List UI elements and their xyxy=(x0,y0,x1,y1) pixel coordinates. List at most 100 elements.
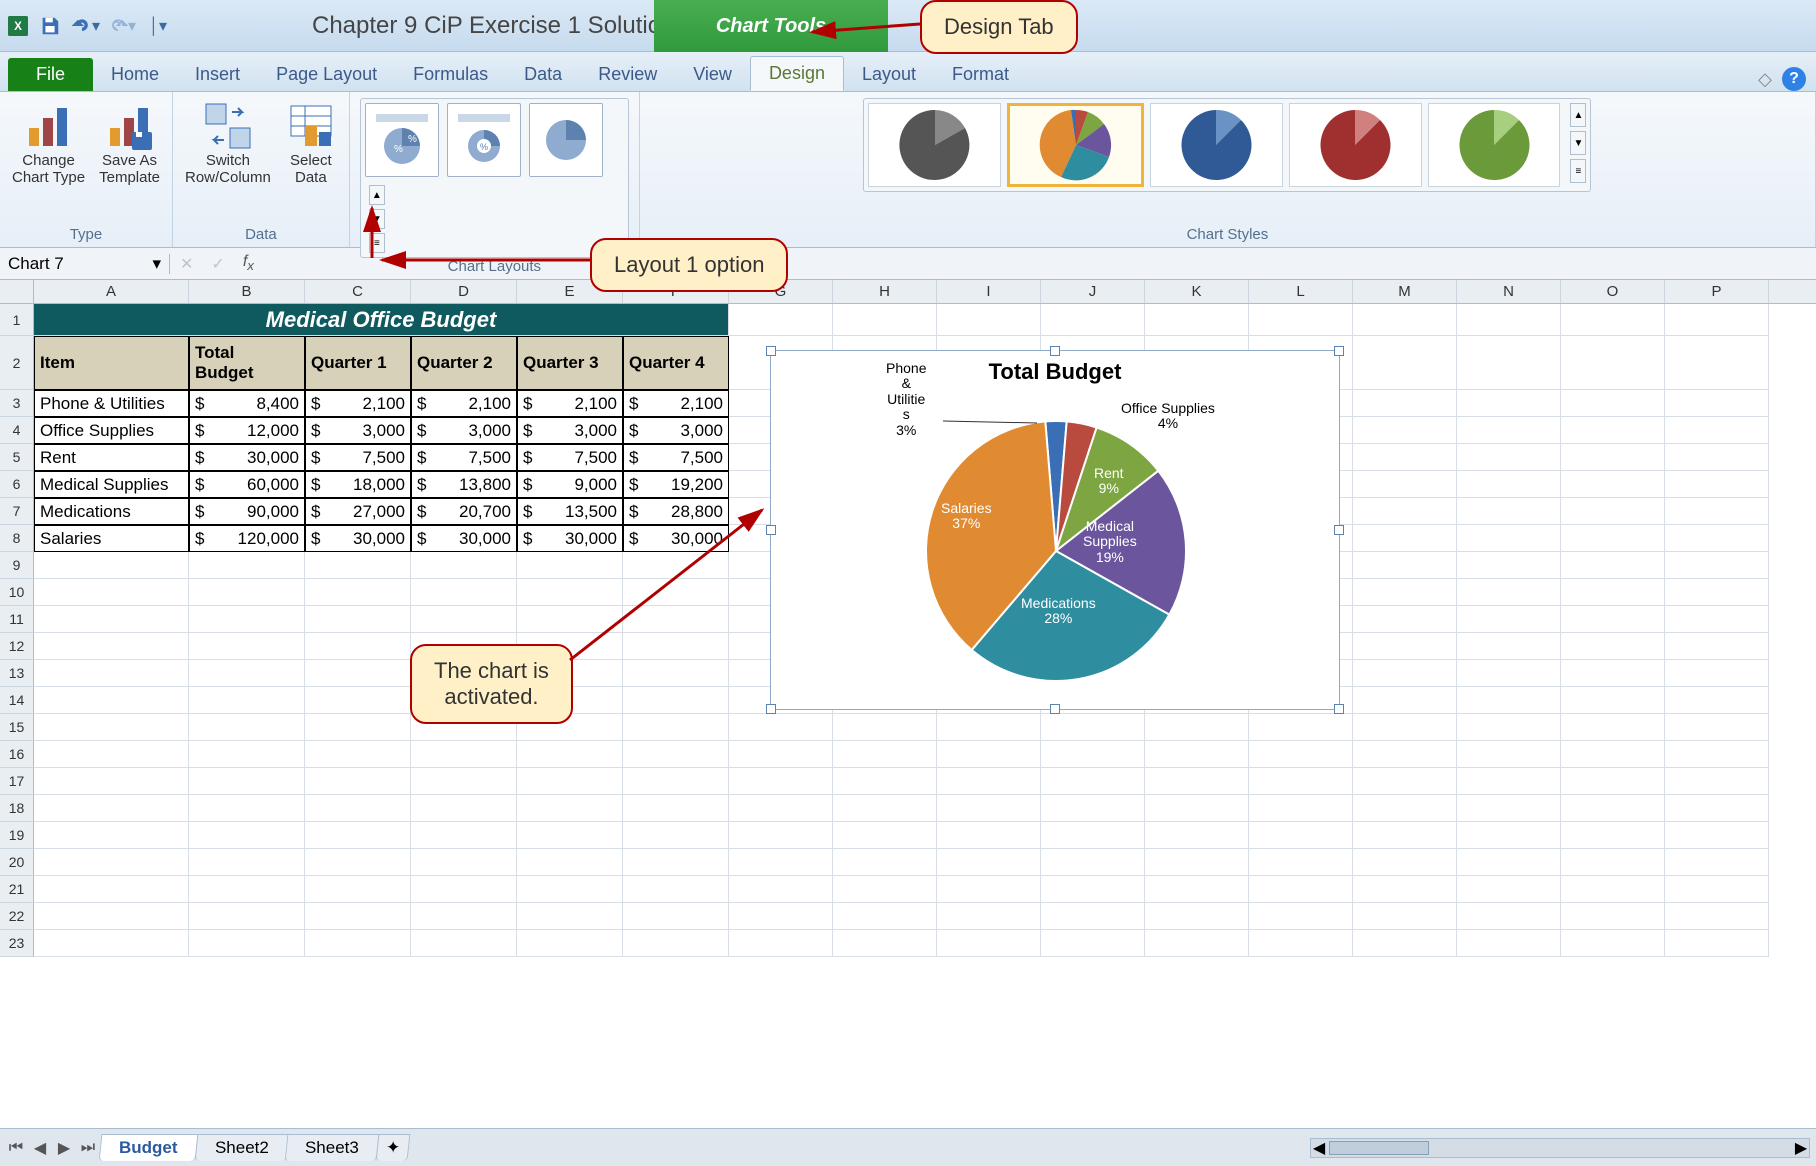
layouts-expand[interactable]: ≡ xyxy=(369,233,385,253)
cell[interactable] xyxy=(411,579,517,606)
tab-home[interactable]: Home xyxy=(93,58,177,91)
layouts-scroll-down[interactable]: ▼ xyxy=(369,209,385,229)
q4-cell[interactable]: $28,800 xyxy=(623,498,729,525)
cell[interactable] xyxy=(1041,768,1145,795)
cell[interactable] xyxy=(517,903,623,930)
cell[interactable] xyxy=(34,660,189,687)
cell[interactable] xyxy=(1665,633,1769,660)
q4-cell[interactable]: $2,100 xyxy=(623,390,729,417)
cell[interactable] xyxy=(729,714,833,741)
hscroll-thumb[interactable] xyxy=(1329,1141,1429,1155)
item-cell[interactable]: Phone & Utilities xyxy=(34,390,189,417)
cell[interactable] xyxy=(1665,552,1769,579)
row-header[interactable]: 11 xyxy=(0,606,34,633)
cell[interactable] xyxy=(1145,768,1249,795)
cell[interactable] xyxy=(1561,336,1665,390)
table-header[interactable]: Quarter 3 xyxy=(517,336,623,390)
cell[interactable] xyxy=(517,795,623,822)
cell[interactable] xyxy=(1665,849,1769,876)
cell[interactable] xyxy=(1457,768,1561,795)
cell[interactable] xyxy=(729,741,833,768)
cell[interactable] xyxy=(1561,660,1665,687)
cell[interactable] xyxy=(729,876,833,903)
cell[interactable] xyxy=(1249,714,1353,741)
cell[interactable] xyxy=(1145,714,1249,741)
help-icon[interactable]: ? xyxy=(1782,67,1806,91)
q3-cell[interactable]: $3,000 xyxy=(517,417,623,444)
item-cell[interactable]: Salaries xyxy=(34,525,189,552)
cell[interactable] xyxy=(1249,849,1353,876)
cell[interactable] xyxy=(833,768,937,795)
cell[interactable] xyxy=(833,903,937,930)
col-l[interactable]: L xyxy=(1249,280,1353,303)
cell[interactable] xyxy=(411,552,517,579)
cell[interactable] xyxy=(34,552,189,579)
q3-cell[interactable]: $9,000 xyxy=(517,471,623,498)
row-header[interactable]: 22 xyxy=(0,903,34,930)
cell[interactable] xyxy=(1145,876,1249,903)
tab-insert[interactable]: Insert xyxy=(177,58,258,91)
cell[interactable] xyxy=(1665,606,1769,633)
qat-customize-icon[interactable]: │▾ xyxy=(144,15,172,37)
row-header[interactable]: 12 xyxy=(0,633,34,660)
row-header[interactable]: 17 xyxy=(0,768,34,795)
cell[interactable] xyxy=(34,903,189,930)
cell[interactable] xyxy=(1353,444,1457,471)
styles-scroll-up[interactable]: ▲ xyxy=(1570,103,1586,127)
cell[interactable] xyxy=(937,930,1041,957)
cell[interactable] xyxy=(1561,444,1665,471)
cell[interactable] xyxy=(1145,822,1249,849)
cell[interactable] xyxy=(517,876,623,903)
total-cell[interactable]: $8,400 xyxy=(189,390,305,417)
sheet-tab-budget[interactable]: Budget xyxy=(99,1134,198,1161)
cell[interactable] xyxy=(1457,498,1561,525)
cell[interactable] xyxy=(937,903,1041,930)
redo-icon[interactable]: ▾ xyxy=(108,15,136,37)
row-header[interactable]: 18 xyxy=(0,795,34,822)
cell[interactable] xyxy=(1561,876,1665,903)
table-header[interactable]: Quarter 2 xyxy=(411,336,517,390)
cell[interactable] xyxy=(1665,930,1769,957)
cell[interactable] xyxy=(189,660,305,687)
cell[interactable] xyxy=(1561,304,1665,336)
row-header[interactable]: 8 xyxy=(0,525,34,552)
cell[interactable] xyxy=(1145,304,1249,336)
cell[interactable] xyxy=(1041,822,1145,849)
cell[interactable] xyxy=(729,903,833,930)
cell[interactable] xyxy=(937,849,1041,876)
sheet-nav-next[interactable]: ▶ xyxy=(54,1138,74,1158)
cell[interactable] xyxy=(1457,417,1561,444)
cell[interactable] xyxy=(1665,687,1769,714)
cell[interactable] xyxy=(1457,390,1561,417)
cell[interactable] xyxy=(833,795,937,822)
total-cell[interactable]: $30,000 xyxy=(189,444,305,471)
chart-style-4[interactable] xyxy=(1289,103,1422,187)
cell[interactable] xyxy=(1457,660,1561,687)
q4-cell[interactable]: $30,000 xyxy=(623,525,729,552)
q1-cell[interactable]: $30,000 xyxy=(305,525,411,552)
table-header[interactable]: Quarter 4 xyxy=(623,336,729,390)
layouts-scroll-up[interactable]: ▲ xyxy=(369,185,385,205)
cell[interactable] xyxy=(189,795,305,822)
cell[interactable] xyxy=(833,849,937,876)
cell[interactable] xyxy=(305,822,411,849)
hscroll-right[interactable]: ▶ xyxy=(1793,1139,1809,1157)
cell[interactable] xyxy=(833,930,937,957)
cell[interactable] xyxy=(1561,633,1665,660)
q1-cell[interactable]: $7,500 xyxy=(305,444,411,471)
cell[interactable] xyxy=(305,606,411,633)
cell[interactable] xyxy=(411,822,517,849)
cell[interactable] xyxy=(1457,930,1561,957)
cell[interactable] xyxy=(411,849,517,876)
cell[interactable] xyxy=(833,304,937,336)
row-header[interactable]: 4 xyxy=(0,417,34,444)
cell[interactable] xyxy=(305,552,411,579)
cell[interactable] xyxy=(1353,552,1457,579)
cell[interactable] xyxy=(1249,930,1353,957)
hscroll-left[interactable]: ◀ xyxy=(1311,1139,1327,1157)
chart-layout-2[interactable]: % xyxy=(447,103,521,177)
cell[interactable] xyxy=(1353,876,1457,903)
cell[interactable] xyxy=(623,876,729,903)
cell[interactable] xyxy=(937,714,1041,741)
cell[interactable] xyxy=(1041,903,1145,930)
